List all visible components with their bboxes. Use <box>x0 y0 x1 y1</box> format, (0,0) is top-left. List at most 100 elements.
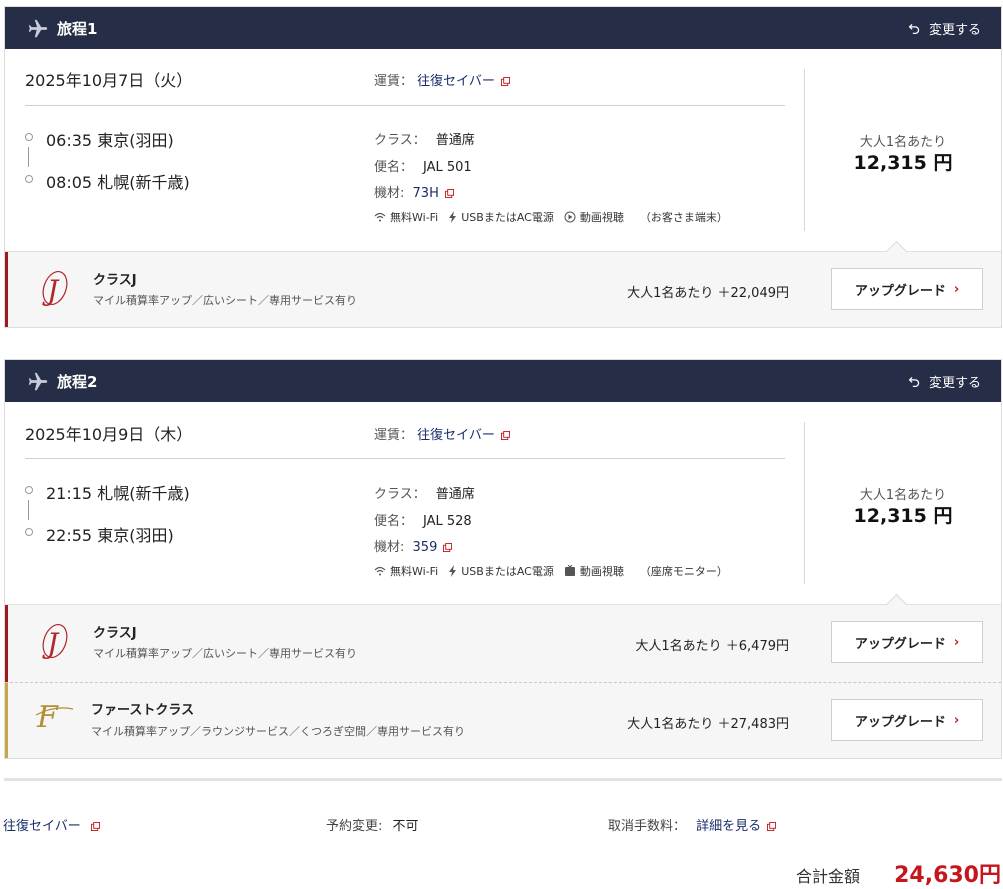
departure-dot <box>25 133 33 141</box>
upgrade-color-bar <box>5 252 8 327</box>
upgrade-price: 大人1名あたり ＋27,483円 <box>627 717 789 732</box>
cancel-label: 取消手数料： <box>608 819 687 834</box>
amenities: 無料Wi-Fi USBまたはAC電源 動画視聴 （お客さま端末） <box>374 209 738 225</box>
divider <box>25 458 785 459</box>
upgrade-name: クラスJ <box>93 626 137 641</box>
fare-price: 12,315 円 <box>853 505 953 527</box>
upgrade-option: J クラスJ マイル積算率アップ／広いシート／専用サービス有り 大人1名あたり … <box>5 240 1001 327</box>
class-row: クラス： 普通席 <box>374 133 475 148</box>
change-value: 不可 <box>392 819 419 834</box>
upgrade-button[interactable]: アップグレード › <box>831 621 983 663</box>
arrival-dot <box>25 528 33 536</box>
itinerary-card-1: 旅程1 変更する 2025年10月7日（火） 運賃： 往復セイバー 06:35 … <box>4 6 1002 328</box>
power-icon <box>449 565 457 577</box>
seat-monitor-icon <box>564 565 575 576</box>
undo-icon <box>908 23 920 35</box>
first-class-logo-icon: F <box>35 700 74 735</box>
itinerary-header: 旅程1 変更する <box>5 7 1001 49</box>
upgrade-description: マイル積算率アップ／ラウンジサービス／くつろぎ空間／専用サービス有り <box>91 725 465 738</box>
fare-label: 運賃： <box>374 428 414 443</box>
upgrade-name: クラスJ <box>93 273 137 288</box>
fare-row: 運賃： 往復セイバー <box>374 70 510 89</box>
amenity-power: USBまたはAC電源 <box>448 563 554 579</box>
upgrade-color-bar <box>5 683 8 758</box>
flight-date: 2025年10月7日（火） <box>25 71 193 90</box>
itinerary-title: 旅程2 <box>57 373 98 391</box>
arrival-time: 22:55 東京(羽田) <box>46 526 174 545</box>
upgrade-button[interactable]: アップグレード › <box>831 699 983 741</box>
svg-text:J: J <box>42 627 60 660</box>
upgrade-button[interactable]: アップグレード › <box>831 268 983 310</box>
itinerary-header: 旅程2 変更する <box>5 360 1001 402</box>
aircraft-link[interactable]: 359 <box>413 540 453 555</box>
wifi-icon <box>374 212 386 222</box>
flight-number-row: 便名： JAL 501 <box>374 160 472 175</box>
power-icon <box>449 211 457 223</box>
upgrade-description: マイル積算率アップ／広いシート／専用サービス有り <box>93 294 357 307</box>
svg-text:F: F <box>36 700 59 735</box>
external-link-icon <box>90 822 100 831</box>
fare-link[interactable]: 往復セイバー <box>417 74 510 89</box>
reservation-change: 予約変更: 不可 <box>326 815 419 834</box>
aircraft-row: 機材: 359 <box>374 536 453 555</box>
change-label: 予約変更: <box>326 819 383 834</box>
change-button[interactable]: 変更する <box>908 19 981 38</box>
pointer-notch <box>885 593 908 616</box>
amenity-wifi: 無料Wi-Fi <box>374 563 438 579</box>
amenity-note: （座席モニター） <box>639 565 728 578</box>
fare-link[interactable]: 往復セイバー <box>417 428 510 443</box>
amenities: 無料Wi-Fi USBまたはAC電源 動画視聴 （座席モニター） <box>374 563 738 579</box>
details-link[interactable]: 詳細を見る <box>696 819 777 834</box>
cancel-fee: 取消手数料： 詳細を見る <box>608 815 777 834</box>
amenity-video: 動画視聴 <box>564 209 624 225</box>
svg-text:J: J <box>42 274 60 307</box>
departure-time: 06:35 東京(羽田) <box>46 131 174 150</box>
upgrade-description: マイル積算率アップ／広いシート／専用サービス有り <box>93 647 357 660</box>
change-button[interactable]: 変更する <box>908 372 981 391</box>
flight-date: 2025年10月9日（木） <box>25 425 193 444</box>
total-amount: 24,630円 <box>894 863 1001 888</box>
airplane-icon <box>28 372 48 391</box>
change-label: 変更する <box>928 376 981 391</box>
airplane-icon <box>28 19 48 38</box>
total-label: 合計金額 <box>796 867 861 886</box>
divider <box>25 105 785 106</box>
departure-time: 21:15 札幌(新千歳) <box>46 484 190 503</box>
route-line <box>28 147 29 167</box>
upgrade-option: F ファーストクラス マイル積算率アップ／ラウンジサービス／くつろぎ空間／専用サ… <box>5 682 1001 758</box>
fare-price: 12,315 円 <box>853 152 953 174</box>
wifi-icon <box>374 566 386 576</box>
external-link-icon <box>767 822 777 831</box>
itinerary-title: 旅程1 <box>57 20 98 38</box>
aircraft-row: 機材: 73H <box>374 182 454 201</box>
class-j-logo-icon: J <box>42 270 68 307</box>
external-link-icon <box>443 543 453 552</box>
chevron-right-icon: › <box>953 281 960 297</box>
external-link-icon <box>444 189 454 198</box>
departure-dot <box>25 486 33 494</box>
upgrade-color-bar <box>5 605 8 682</box>
upgrade-price: 大人1名あたり ＋6,479円 <box>635 639 789 654</box>
upgrade-price: 大人1名あたり ＋22,049円 <box>627 286 789 301</box>
external-link-icon <box>500 77 510 86</box>
chevron-right-icon: › <box>953 712 960 728</box>
amenity-note: （お客さま端末） <box>639 211 728 224</box>
fare-label: 運賃： <box>374 74 414 89</box>
arrival-dot <box>25 175 33 183</box>
pointer-notch <box>885 240 908 263</box>
amenity-video: 動画視聴 <box>564 563 624 579</box>
arrival-time: 08:05 札幌(新千歳) <box>46 173 190 192</box>
external-link-icon <box>500 431 510 440</box>
aircraft-link[interactable]: 73H <box>413 186 454 201</box>
upgrade-option: J クラスJ マイル積算率アップ／広いシート／専用サービス有り 大人1名あたり … <box>5 593 1001 682</box>
route-line <box>28 500 29 520</box>
upgrade-name: ファーストクラス <box>91 703 195 718</box>
amenity-wifi: 無料Wi-Fi <box>374 209 438 225</box>
footer-fare-link[interactable]: 往復セイバー <box>3 815 100 834</box>
class-j-logo-icon: J <box>42 623 68 660</box>
amenity-power: USBまたはAC電源 <box>448 209 554 225</box>
chevron-right-icon: › <box>953 634 960 650</box>
change-label: 変更する <box>928 23 981 38</box>
footer-divider <box>4 778 1002 781</box>
fare-row: 運賃： 往復セイバー <box>374 424 510 443</box>
